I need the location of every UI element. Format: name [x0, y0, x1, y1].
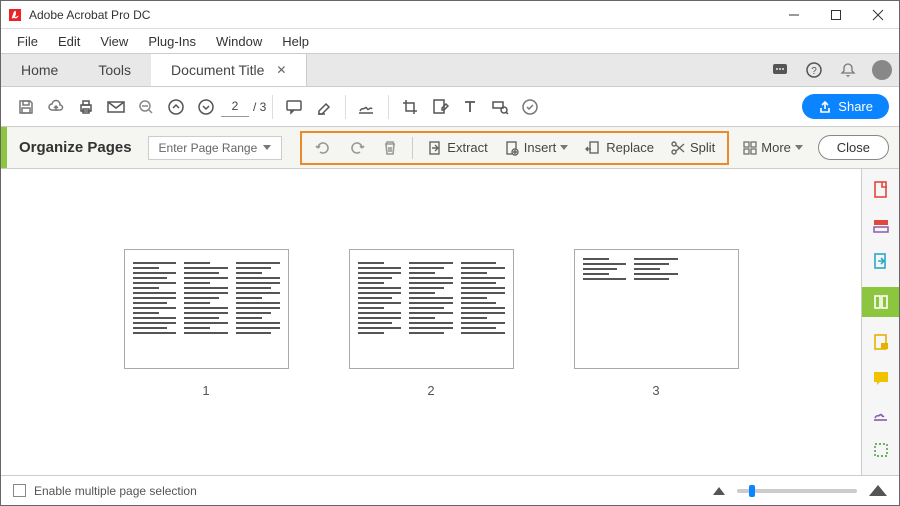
help-icon[interactable]: ?: [797, 54, 831, 86]
more-tools-icon[interactable]: [870, 439, 892, 461]
page-thumb-1[interactable]: 1: [124, 249, 289, 398]
minimize-button[interactable]: [773, 1, 815, 29]
chevron-down-icon: [560, 145, 568, 150]
create-pdf-icon[interactable]: [870, 179, 892, 201]
page-range-dropdown[interactable]: Enter Page Range: [148, 136, 283, 160]
multi-select-checkbox[interactable]: [13, 484, 26, 497]
page-number-input[interactable]: [221, 97, 249, 117]
svg-text:?: ?: [811, 66, 817, 77]
sticky-note-icon[interactable]: [870, 367, 892, 389]
more-button[interactable]: More: [743, 140, 803, 155]
extract-icon: [427, 139, 443, 157]
page-number: 3: [652, 383, 659, 398]
grid-icon: [743, 141, 757, 155]
organize-bar: Organize Pages Enter Page Range Extract …: [1, 127, 899, 169]
tab-row: Home Tools Document Title ✕ ?: [1, 53, 899, 87]
menu-edit[interactable]: Edit: [48, 32, 90, 51]
menu-help[interactable]: Help: [272, 32, 319, 51]
tools-sidepanel: [861, 169, 899, 475]
page-number: 2: [427, 383, 434, 398]
chevron-down-icon: [263, 145, 271, 150]
rotate-ccw-button[interactable]: [308, 136, 338, 160]
comment-tool-icon[interactable]: [870, 331, 892, 353]
footer-bar: Enable multiple page selection: [1, 475, 899, 505]
tab-document[interactable]: Document Title ✕: [151, 54, 307, 86]
export-pdf-icon[interactable]: [870, 251, 892, 273]
redact-icon[interactable]: [485, 92, 515, 122]
fill-sign-icon[interactable]: [870, 403, 892, 425]
page-number: 1: [202, 383, 209, 398]
organize-title: Organize Pages: [19, 139, 132, 156]
delete-page-button[interactable]: [376, 136, 404, 160]
rotate-cw-button[interactable]: [342, 136, 372, 160]
insert-button[interactable]: Insert: [498, 136, 575, 160]
page-thumb-2[interactable]: 2: [349, 249, 514, 398]
page-thumbnails: 1 2: [1, 169, 861, 475]
replace-icon: [584, 139, 602, 157]
insert-icon: [504, 139, 520, 157]
page-thumb-3[interactable]: 3: [574, 249, 739, 398]
chevron-down-icon: [795, 145, 803, 150]
menu-view[interactable]: View: [90, 32, 138, 51]
content-area: 1 2: [1, 169, 899, 475]
share-label: Share: [838, 99, 873, 114]
titlebar: Adobe Acrobat Pro DC: [1, 1, 899, 29]
tab-tools[interactable]: Tools: [78, 54, 151, 86]
zoom-out-icon[interactable]: [131, 92, 161, 122]
close-tab-icon[interactable]: ✕: [276, 63, 286, 77]
zoom-slider[interactable]: [737, 489, 857, 493]
menu-plugins[interactable]: Plug-Ins: [138, 32, 206, 51]
tab-home[interactable]: Home: [1, 54, 78, 86]
share-icon: [818, 100, 832, 114]
menu-file[interactable]: File: [7, 32, 48, 51]
menubar: File Edit View Plug-Ins Window Help: [1, 29, 899, 53]
zoom-large-icon[interactable]: [869, 485, 887, 496]
zoom-small-icon[interactable]: [713, 487, 725, 495]
share-button[interactable]: Share: [802, 94, 889, 119]
crop-icon[interactable]: [395, 92, 425, 122]
page-preview: [574, 249, 739, 369]
multi-select-label: Enable multiple page selection: [34, 484, 197, 498]
close-organize-button[interactable]: Close: [818, 135, 889, 160]
main-toolbar: / 3 Share: [1, 87, 899, 127]
organize-accent: [1, 127, 7, 168]
edit-pdf-icon[interactable]: [425, 92, 455, 122]
page-total: / 3: [253, 100, 266, 114]
text-tool-icon[interactable]: [455, 92, 485, 122]
acrobat-icon: [7, 7, 23, 23]
organize-actions-group: Extract Insert Replace Split: [300, 131, 729, 165]
menu-window[interactable]: Window: [206, 32, 272, 51]
page-range-label: Enter Page Range: [159, 141, 258, 155]
highlight-icon[interactable]: [309, 92, 339, 122]
split-button[interactable]: Split: [664, 136, 721, 160]
scissors-icon: [670, 139, 686, 157]
replace-button[interactable]: Replace: [578, 136, 660, 160]
maximize-button[interactable]: [815, 1, 857, 29]
close-window-button[interactable]: [857, 1, 899, 29]
print-icon[interactable]: [71, 92, 101, 122]
profile-avatar[interactable]: [865, 54, 899, 86]
organize-pages-icon[interactable]: [862, 287, 900, 317]
sign-icon[interactable]: [352, 92, 382, 122]
combine-files-icon[interactable]: [870, 215, 892, 237]
bell-icon[interactable]: [831, 54, 865, 86]
tab-document-label: Document Title: [171, 62, 264, 78]
mail-icon[interactable]: [101, 92, 131, 122]
checkmark-icon[interactable]: [515, 92, 545, 122]
chat-icon[interactable]: [763, 54, 797, 86]
page-down-icon[interactable]: [191, 92, 221, 122]
extract-button[interactable]: Extract: [421, 136, 493, 160]
save-icon[interactable]: [11, 92, 41, 122]
zoom-control: [713, 485, 887, 496]
app-window: Adobe Acrobat Pro DC File Edit View Plug…: [0, 0, 900, 506]
page-up-icon[interactable]: [161, 92, 191, 122]
app-title: Adobe Acrobat Pro DC: [29, 8, 773, 22]
page-preview: [349, 249, 514, 369]
comment-icon[interactable]: [279, 92, 309, 122]
cloud-upload-icon[interactable]: [41, 92, 71, 122]
page-preview: [124, 249, 289, 369]
